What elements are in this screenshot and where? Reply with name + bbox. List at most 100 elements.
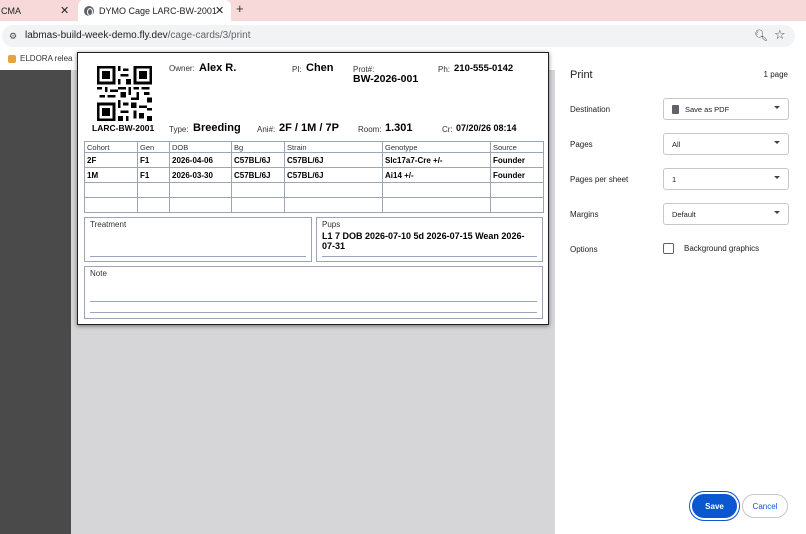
table-row: 2F F1 2026-04-06 C57BL/6J C57BL/6J Slc17… bbox=[84, 152, 544, 168]
url-text[interactable]: labmas-build-week-demo.fly.dev/cage-card… bbox=[25, 30, 250, 41]
animal-count-label: Ani#: bbox=[257, 125, 276, 134]
file-icon bbox=[672, 104, 679, 114]
table-cell bbox=[231, 182, 285, 198]
background-graphics-checkbox[interactable] bbox=[663, 243, 674, 254]
tab-strip: CMA ✕ DYMO Cage LARC-BW-2001 - ✕ + bbox=[0, 0, 806, 21]
table-cell bbox=[231, 197, 285, 213]
address-bar[interactable]: ⚙ labmas-build-week-demo.fly.dev/cage-ca… bbox=[2, 25, 795, 47]
table-cell: C57BL/6J bbox=[231, 167, 285, 183]
table-cell: F1 bbox=[137, 152, 170, 168]
table-cell bbox=[284, 182, 383, 198]
column-header: DOB bbox=[169, 141, 232, 153]
background-graphics-label[interactable]: Background graphics bbox=[684, 244, 759, 253]
column-header: Source bbox=[490, 141, 544, 153]
column-header: Genotype bbox=[382, 141, 491, 153]
destination-select[interactable]: Save as PDF bbox=[663, 98, 789, 120]
print-settings-panel: Print 1 page Destination Save as PDF Pag… bbox=[555, 50, 806, 534]
table-cell bbox=[137, 182, 170, 198]
pups-box: Pups L1 7 DOB 2026-07-10 5d 2026-07-15 W… bbox=[316, 217, 543, 262]
type-label: Type: bbox=[169, 125, 189, 134]
pages-select[interactable]: All bbox=[663, 133, 789, 155]
table-cell: Slc17a7-Cre +/- bbox=[382, 152, 491, 168]
options-label: Options bbox=[570, 245, 598, 254]
owner-label: Owner: bbox=[169, 64, 195, 73]
qr-code-icon bbox=[97, 66, 152, 121]
margins-select[interactable]: Default bbox=[663, 203, 789, 225]
treatment-line bbox=[90, 256, 306, 257]
margins-label: Margins bbox=[570, 210, 599, 219]
cohort-table: Cohort Gen DOB Bg Strain Genotype Source… bbox=[84, 141, 544, 213]
cancel-button[interactable]: Cancel bbox=[742, 494, 788, 518]
table-cell: C57BL/6J bbox=[231, 152, 285, 168]
note-line bbox=[90, 301, 537, 302]
bookmark-star-icon[interactable]: ☆ bbox=[774, 27, 786, 43]
tab-title: DYMO Cage LARC-BW-2001 - bbox=[99, 5, 219, 16]
phone-value: 210-555-0142 bbox=[454, 63, 514, 74]
table-cell bbox=[169, 182, 232, 198]
table-cell: 2026-04-06 bbox=[169, 152, 232, 168]
save-button[interactable]: Save bbox=[692, 494, 737, 518]
treatment-box: Treatment bbox=[84, 217, 312, 262]
table-cell bbox=[490, 182, 544, 198]
pages-per-sheet-label: Pages per sheet bbox=[570, 175, 629, 184]
treatment-label: Treatment bbox=[90, 220, 127, 229]
table-cell: C57BL/6J bbox=[284, 152, 383, 168]
chevron-down-icon bbox=[774, 211, 780, 214]
table-cell: F1 bbox=[137, 167, 170, 183]
table-cell: Ai14 +/- bbox=[382, 167, 491, 183]
owner-value: Alex R. bbox=[199, 62, 237, 74]
pups-line bbox=[322, 256, 537, 257]
table-cell bbox=[169, 197, 232, 213]
table-cell: 2F bbox=[84, 152, 138, 168]
chevron-down-icon bbox=[774, 176, 780, 179]
column-header: Cohort bbox=[84, 141, 138, 153]
cage-id: LARC-BW-2001 bbox=[92, 123, 155, 133]
close-tab-icon[interactable]: ✕ bbox=[60, 4, 69, 17]
table-cell bbox=[84, 197, 138, 213]
new-tab-button[interactable]: + bbox=[236, 1, 244, 16]
note-line bbox=[90, 312, 537, 313]
page-count: 1 page bbox=[763, 70, 788, 79]
page-background bbox=[0, 70, 71, 534]
table-header-row: Cohort Gen DOB Bg Strain Genotype Source bbox=[84, 141, 544, 153]
pups-value: L1 7 DOB 2026-07-10 5d 2026-07-15 Wean 2… bbox=[322, 231, 525, 251]
close-tab-icon[interactable]: ✕ bbox=[215, 4, 224, 17]
zoom-icon[interactable]: 🔍︎ bbox=[754, 29, 768, 42]
print-title: Print bbox=[570, 69, 593, 81]
room-value: 1.301 bbox=[385, 122, 413, 134]
tab-dymo-cage[interactable]: DYMO Cage LARC-BW-2001 - ✕ bbox=[78, 0, 231, 21]
table-cell bbox=[490, 197, 544, 213]
site-settings-icon[interactable]: ⚙ bbox=[9, 31, 19, 41]
cage-card: LARC-BW-2001 Owner: Alex R. PI: Chen Pro… bbox=[77, 52, 549, 325]
room-label: Room: bbox=[358, 125, 382, 134]
note-box: Note bbox=[84, 266, 543, 319]
column-header: Bg bbox=[231, 141, 285, 153]
table-cell bbox=[137, 197, 170, 213]
table-row bbox=[84, 182, 544, 198]
globe-icon bbox=[84, 5, 94, 16]
chevron-down-icon bbox=[774, 106, 780, 109]
chevron-down-icon bbox=[774, 141, 780, 144]
column-header: Gen bbox=[137, 141, 170, 153]
table-cell: 2026-03-30 bbox=[169, 167, 232, 183]
animal-count-value: 2F / 1M / 7P bbox=[279, 122, 339, 134]
table-cell: C57BL/6J bbox=[284, 167, 383, 183]
pages-per-sheet-select[interactable]: 1 bbox=[663, 168, 789, 190]
table-row bbox=[84, 197, 544, 213]
bookmark-item[interactable]: ELDORA relea bbox=[8, 54, 74, 63]
bookmark-favicon-icon bbox=[8, 54, 16, 63]
browser-toolbar: ⚙ labmas-build-week-demo.fly.dev/cage-ca… bbox=[0, 21, 806, 64]
table-cell bbox=[382, 197, 491, 213]
tab-title: CMA bbox=[1, 5, 21, 16]
table-cell: 1M bbox=[84, 167, 138, 183]
table-cell bbox=[84, 182, 138, 198]
table-cell: Founder bbox=[490, 152, 544, 168]
pi-label: PI: bbox=[292, 65, 302, 74]
table-cell bbox=[284, 197, 383, 213]
pups-label: Pups bbox=[322, 220, 341, 229]
table-row: 1M F1 2026-03-30 C57BL/6J C57BL/6J Ai14 … bbox=[84, 167, 544, 183]
table-cell: Founder bbox=[490, 167, 544, 183]
type-value: Breeding bbox=[193, 122, 241, 134]
table-cell bbox=[382, 182, 491, 198]
tab-cma[interactable]: CMA ✕ bbox=[0, 0, 78, 21]
